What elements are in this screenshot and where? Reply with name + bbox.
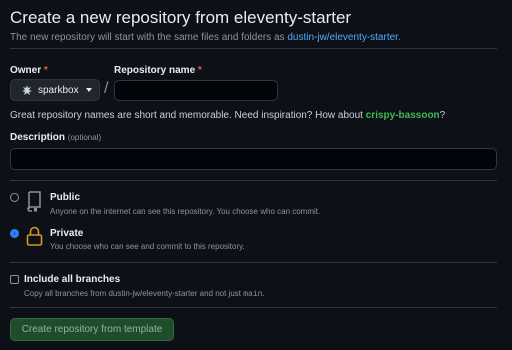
subtitle-suffix: . (397, 32, 401, 43)
include-branches-title: Include all branches (24, 274, 121, 285)
required-mark: * (197, 65, 202, 76)
repo-name-hint: Great repository names are short and mem… (10, 110, 445, 121)
repository-name-input[interactable] (114, 80, 278, 101)
page-subtitle: The new repository will start with the s… (10, 32, 401, 43)
public-option-description: Anyone on the internet can see this repo… (50, 207, 321, 216)
owner-select-button[interactable]: sparkbox (10, 79, 100, 101)
subtitle-text: The new repository will start with the s… (10, 32, 288, 43)
repo-book-icon (27, 191, 41, 212)
public-option-title: Public (50, 192, 81, 203)
description-label: Description (optional) (10, 132, 101, 143)
divider (10, 262, 497, 263)
owner-label-text: Owner (10, 65, 42, 76)
lock-icon (26, 226, 43, 246)
name-suggestion-link[interactable]: crispy-bassoon (366, 110, 440, 121)
owner-selected-value: sparkbox (38, 84, 79, 96)
branches-description-text: Copy all branches from dustin-jw/elevent… (24, 289, 244, 298)
divider (10, 180, 497, 181)
required-mark: * (43, 65, 48, 76)
private-option-title: Private (50, 228, 84, 239)
branches-description-suffix: . (262, 289, 265, 298)
owner-label: Owner * (10, 65, 48, 76)
private-option-description: You choose who can see and commit to thi… (50, 242, 245, 251)
divider (10, 307, 497, 308)
optional-marker: (optional) (67, 133, 102, 142)
template-link[interactable]: dustin-jw/eleventy-starter (287, 32, 398, 43)
branch-name-code: main (243, 290, 263, 299)
private-radio[interactable] (10, 229, 19, 238)
hint-suffix: ? (439, 110, 446, 121)
chevron-down-icon (85, 88, 92, 92)
public-radio[interactable] (10, 193, 19, 202)
repo-name-label-text: Repository name (114, 65, 196, 76)
hint-text: Great repository names are short and mem… (10, 110, 366, 121)
description-label-text: Description (10, 132, 66, 143)
sparkbox-avatar-icon (22, 85, 32, 95)
page-title: Create a new repository from eleventy-st… (10, 8, 352, 27)
create-repository-button[interactable]: Create repository from template (10, 318, 174, 341)
description-input[interactable] (10, 148, 497, 170)
repo-name-label: Repository name * (114, 65, 202, 76)
include-branches-description: Copy all branches from dustin-jw/elevent… (24, 289, 265, 299)
owner-repo-separator: / (104, 80, 109, 97)
include-all-branches-checkbox[interactable] (10, 275, 19, 284)
divider (10, 48, 497, 49)
